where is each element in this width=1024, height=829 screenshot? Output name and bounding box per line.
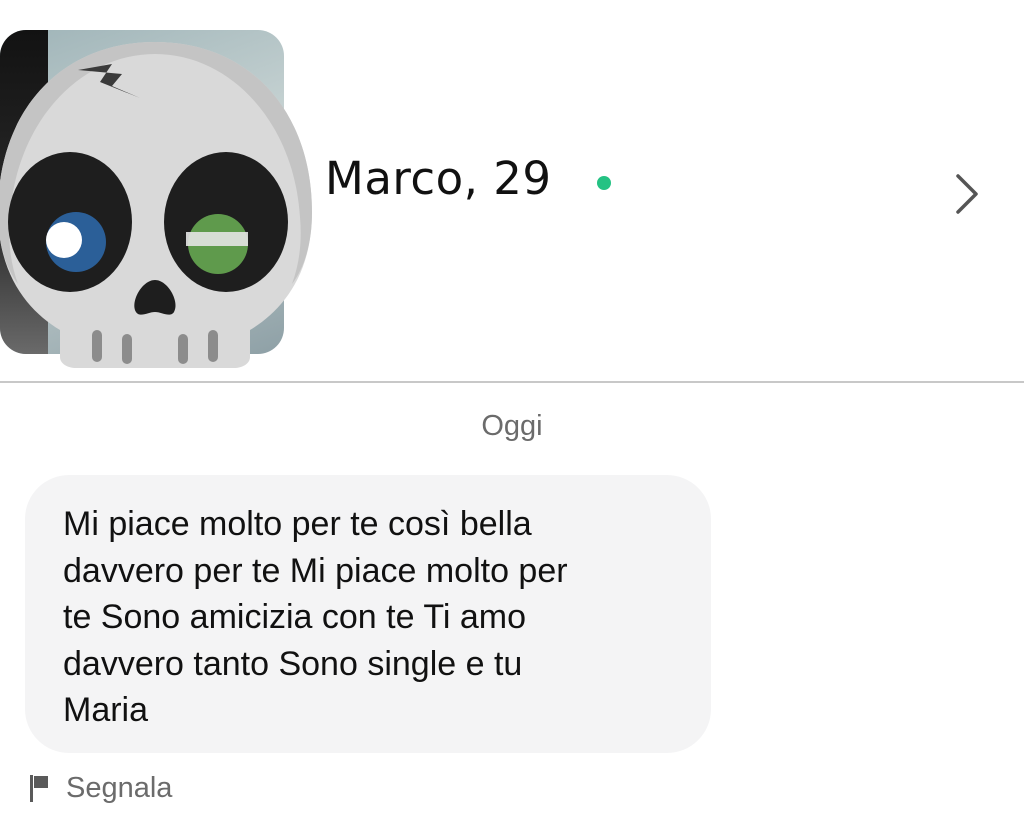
header-divider	[0, 381, 1024, 383]
chat-header[interactable]: Marco, 29	[0, 0, 1024, 382]
message-bubble[interactable]: Mi piace molto per te così bella davvero…	[25, 475, 711, 753]
match-name-age[interactable]: Marco, 29	[325, 152, 552, 205]
online-status-dot	[597, 176, 611, 190]
date-separator: Oggi	[481, 410, 543, 442]
flag-icon	[30, 775, 48, 802]
report-label: Segnala	[66, 771, 173, 804]
chevron-right-icon[interactable]	[946, 170, 986, 218]
chat-screen: Marco, 29 Oggi Mi piace molto per te cos…	[0, 0, 1024, 829]
message-text: Mi piace molto per te così bella davvero…	[63, 505, 568, 729]
report-button[interactable]: Segnala	[28, 768, 172, 808]
profile-photo[interactable]	[0, 30, 312, 368]
skull-emoji-icon	[0, 42, 312, 368]
